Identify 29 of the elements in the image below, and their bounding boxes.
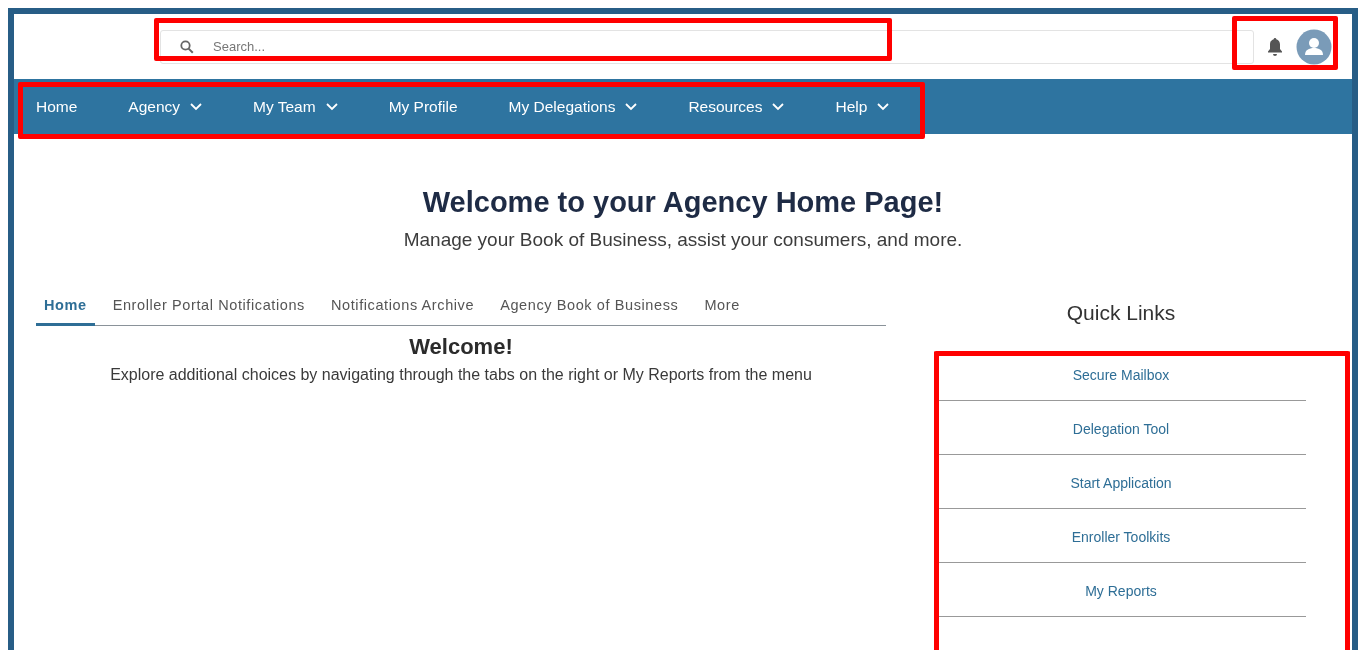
nav-item[interactable]: Help: [835, 97, 890, 116]
nav-item[interactable]: Agency: [128, 97, 203, 116]
quick-link[interactable]: Enroller Toolkits: [1071, 528, 1171, 545]
quick-link[interactable]: Start Application: [1070, 474, 1172, 491]
page-title: Welcome to your Agency Home Page!: [421, 186, 945, 219]
chevron-icon: [877, 102, 890, 111]
nav-item[interactable]: My Profile: [388, 97, 458, 116]
quick-links-title: Quick Links: [1066, 300, 1176, 325]
bell-icon[interactable]: [1266, 36, 1284, 57]
tab[interactable]: Home: [36, 289, 95, 326]
search-field[interactable]: Search...: [160, 29, 1254, 64]
tab[interactable]: More: [696, 289, 748, 326]
nav-item[interactable]: My Team: [253, 97, 338, 116]
quick-link[interactable]: My Reports: [1085, 582, 1157, 599]
section-text: Explore additional choices by navigating through the tabs on the right or My Reports from the menu: [109, 366, 813, 384]
nav-item[interactable]: Resources: [688, 97, 785, 116]
page-subtitle: Manage your Book of Business, assist your consumers, and more.: [402, 229, 964, 251]
chevron-icon: [325, 102, 338, 111]
tab[interactable]: Enroller Portal Notifications: [104, 289, 313, 326]
chevron-icon: [190, 102, 203, 111]
section-title: Welcome!: [408, 334, 514, 360]
nav-item[interactable]: Home: [36, 97, 78, 116]
chevron-icon: [625, 102, 638, 111]
quick-link[interactable]: Delegation Tool: [1072, 420, 1170, 437]
tab[interactable]: Notifications Archive: [322, 289, 483, 326]
tab[interactable]: Agency Book of Business: [492, 289, 687, 326]
chevron-icon: [772, 102, 785, 111]
quick-link[interactable]: Secure Mailbox: [1072, 366, 1170, 383]
nav-item[interactable]: My Delegations: [508, 97, 638, 116]
